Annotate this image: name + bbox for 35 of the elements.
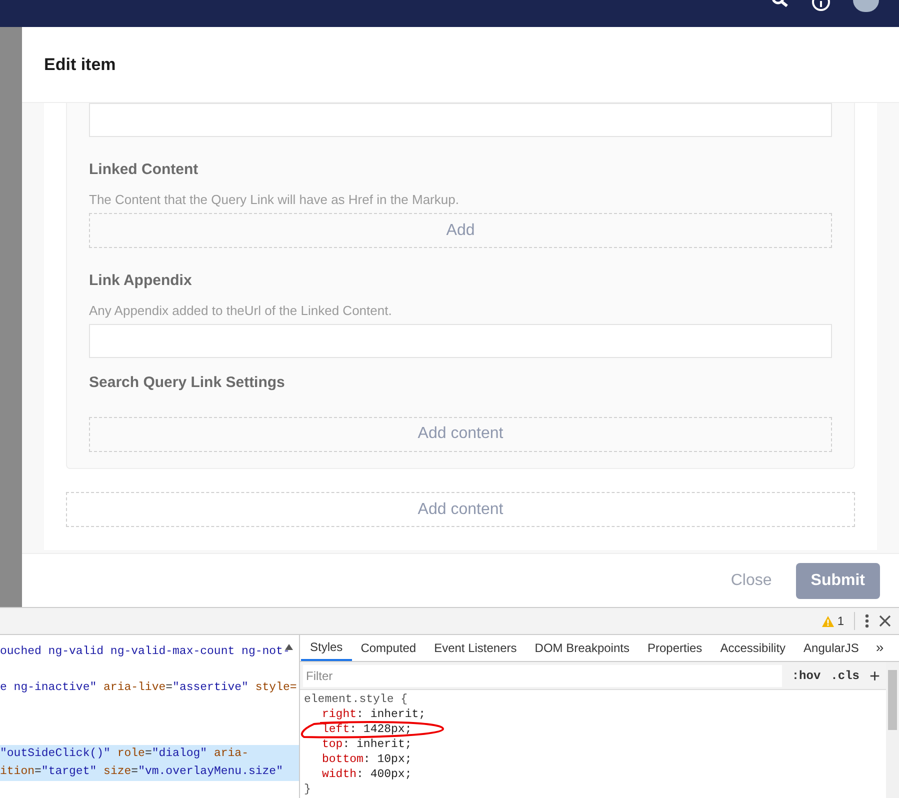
filter-field[interactable]: Filter (303, 664, 782, 686)
cls-toggle[interactable]: .cls (830, 666, 860, 684)
css-property[interactable]: width: 400px; (304, 767, 412, 782)
new-rule-button[interactable]: + (869, 666, 880, 684)
devtools-tab[interactable]: Computed (352, 634, 426, 661)
warning-count: 1 (837, 613, 844, 630)
warning-icon (822, 616, 834, 626)
css-property[interactable]: bottom: 10px; (304, 752, 412, 767)
field-description: Any Appendix added to theUrl of the Linked Content. (89, 302, 392, 320)
css-closing-brace: } (304, 782, 311, 797)
text-field[interactable] (89, 103, 832, 137)
devtools-tab[interactable]: DOM Breakpoints (526, 634, 638, 661)
scrollbar[interactable] (886, 662, 899, 798)
field-label: Linked Content (89, 160, 198, 180)
more-tabs-button[interactable]: » (868, 634, 892, 661)
close-icon[interactable] (879, 615, 891, 627)
user-avatar[interactable] (853, 0, 879, 12)
devtools-tab[interactable]: Accessibility (711, 634, 795, 661)
code-line[interactable]: ouched ng-valid ng-valid-max-count ng-not- (0, 643, 299, 661)
hov-toggle[interactable]: :hov (792, 666, 821, 684)
devtools-tab[interactable]: Event Listeners (425, 634, 526, 661)
css-property[interactable]: top: inherit; (304, 737, 412, 752)
kebab-menu-icon[interactable] (865, 614, 869, 628)
css-property[interactable]: left: 1428px; (304, 722, 412, 737)
field-label: Search Query Link Settings (89, 373, 285, 393)
devtools-tab[interactable]: Properties (638, 634, 712, 661)
field-label: Link Appendix (89, 271, 192, 291)
info-icon[interactable] (811, 0, 831, 12)
css-selector: element.style { (304, 692, 408, 707)
code-line[interactable]: e ng-inactive" aria-live="assertive" style= (0, 679, 299, 697)
css-property[interactable]: right: inherit; (304, 707, 426, 722)
text-field[interactable] (89, 324, 832, 358)
devtools-tab[interactable]: AngularJS (794, 634, 868, 661)
dialog-title: Edit item (44, 54, 116, 76)
field-description: The Content that the Query Link will have as Href in the Markup. (89, 190, 459, 209)
